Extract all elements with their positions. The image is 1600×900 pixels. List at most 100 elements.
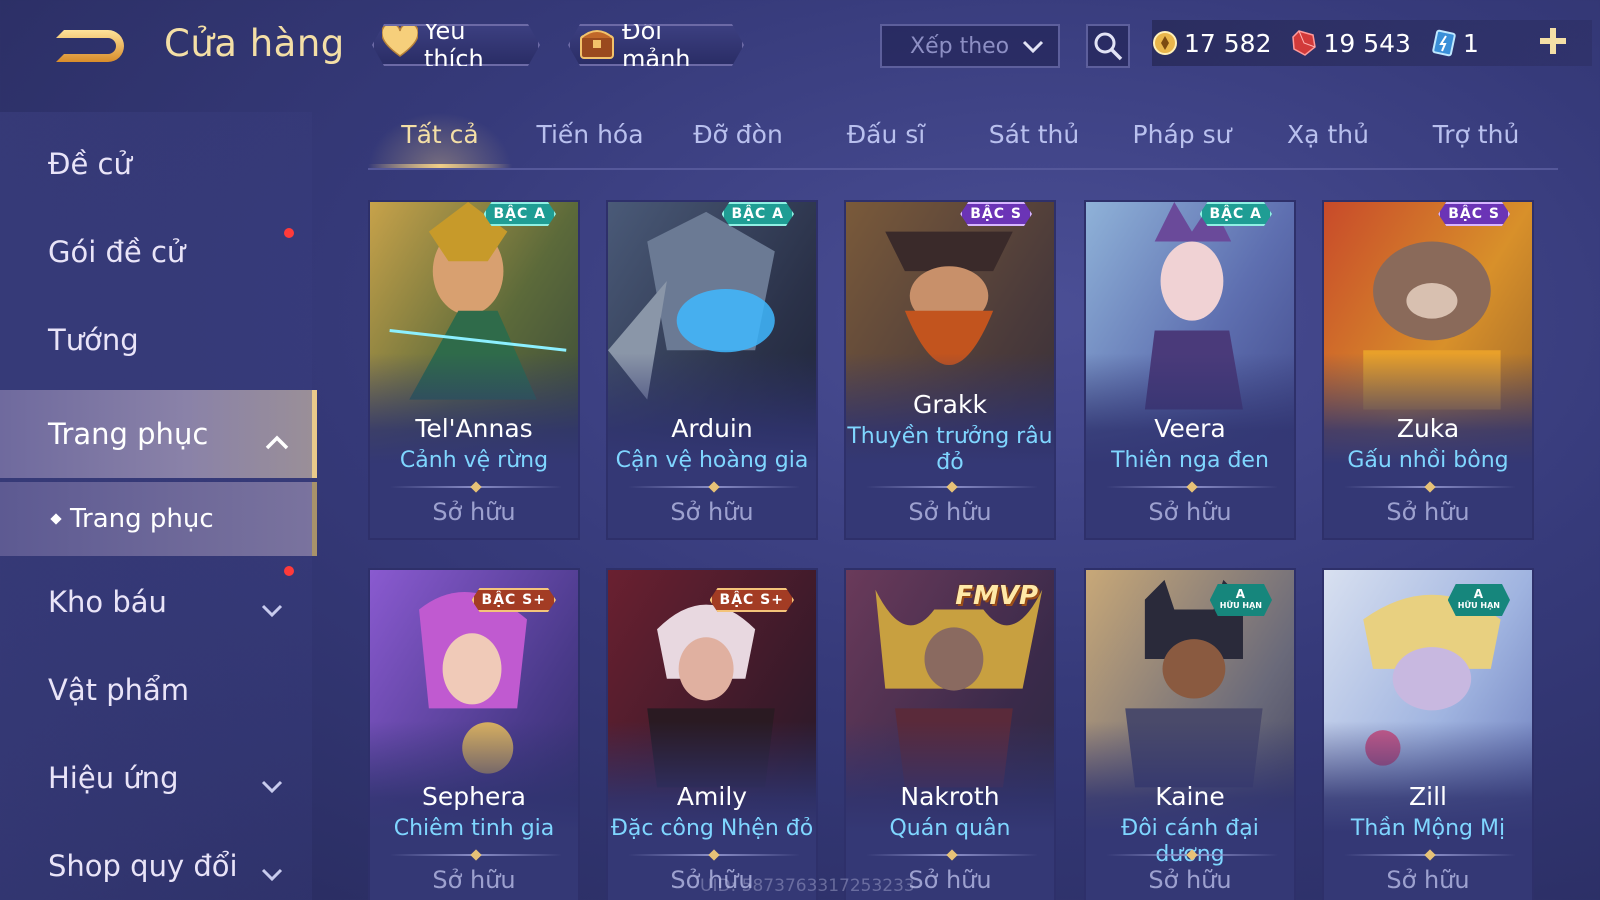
sidebar-item-label: Đề cử: [48, 147, 132, 181]
sidebar-item-items[interactable]: Vật phẩm: [0, 648, 312, 732]
skin-name: Cảnh vệ rừng: [399, 448, 549, 473]
sidebar-item-label: Shop quy đổi: [48, 849, 238, 883]
tab-tank[interactable]: Đỡ đòn: [666, 120, 810, 149]
ownership-status: Sở hữu: [432, 498, 516, 526]
ownership-status: Sở hữu: [1386, 866, 1470, 894]
exchange-label: Đổi mảnh: [622, 17, 691, 73]
tier-badge: BẬC A: [722, 202, 795, 226]
sidebar-item-label: Trang phục: [48, 417, 209, 451]
divider: [1344, 486, 1516, 488]
sidebar-subitem-skins[interactable]: Trang phục: [0, 482, 317, 556]
divider: [628, 486, 800, 488]
skin-name: Gấu nhồi bông: [1347, 448, 1509, 473]
tab-evolution[interactable]: Tiến hóa: [518, 120, 662, 149]
hero-name: Sephera: [422, 782, 526, 811]
tier-badge: BẬC A: [1200, 202, 1273, 226]
active-tab-underline: [368, 164, 512, 168]
sidebar-item-label: Kho báu: [48, 585, 167, 619]
chevron-down-icon: [1022, 36, 1044, 61]
divider: [1344, 854, 1516, 856]
tier-badge-grade: A: [1235, 587, 1247, 601]
bullet-diamond-icon: [50, 513, 62, 525]
sidebar-item-label: Tướng: [48, 323, 139, 357]
tab-fighter[interactable]: Đấu sĩ: [814, 120, 958, 149]
skin-card[interactable]: BẬC S Zuka Gấu nhồi bông Sở hữu: [1322, 200, 1534, 540]
divider: [390, 854, 562, 856]
voucher-amount: 19 543: [1323, 28, 1411, 58]
divider: [390, 486, 562, 488]
hero-name: Grakk: [913, 390, 987, 419]
tab-support[interactable]: Trợ thủ: [1404, 120, 1548, 149]
page-title: Cửa hàng: [164, 22, 345, 65]
gold-amount: 17 582: [1184, 28, 1272, 58]
chevron-up-icon: [264, 424, 290, 458]
divider: [1106, 486, 1278, 488]
sidebar-item-skins[interactable]: Trang phục: [0, 390, 317, 478]
sidebar-item-heroes[interactable]: Tướng: [0, 298, 312, 382]
ownership-status: Sở hữu: [670, 498, 754, 526]
sidebar-item-treasure[interactable]: Kho báu: [0, 560, 312, 644]
skin-card[interactable]: A HỮU HẠN Kaine Đôi cánh đại dương Sở hữ…: [1084, 568, 1296, 900]
skin-name: Quán quân: [889, 816, 1011, 841]
skin-card[interactable]: BẬC A Tel'Annas Cảnh vệ rừng Sở hữu: [368, 200, 580, 540]
chevron-down-icon: [260, 856, 284, 890]
sidebar-item-recommended-packs[interactable]: Gói đề cử: [0, 210, 312, 294]
skin-card[interactable]: BẬC S+ Sephera Chiêm tinh gia Sở hữu: [368, 568, 580, 900]
ownership-status: Sở hữu: [432, 866, 516, 894]
ownership-status: Sở hữu: [908, 498, 992, 526]
skin-card[interactable]: A HỮU HẠN Zill Thần Mộng Mị Sở hữu: [1322, 568, 1534, 900]
tier-badge: A HỮU HẠN: [1448, 584, 1510, 616]
tier-badge: BẬC S+: [472, 588, 556, 612]
tab-assassin[interactable]: Sát thủ: [962, 120, 1106, 149]
favorites-button[interactable]: Yêu thích: [372, 24, 540, 66]
tab-mage[interactable]: Pháp sư: [1110, 120, 1254, 149]
hero-name: Amily: [676, 782, 748, 811]
skin-card[interactable]: BẬC S Grakk Thuyền trưởng râu đỏ Sở hữu: [844, 200, 1056, 540]
skin-card[interactable]: FMVP Nakroth Quán quân Sở hữu: [844, 568, 1056, 900]
skin-name: Chiêm tinh gia: [393, 816, 555, 841]
tab-marksman[interactable]: Xạ thủ: [1256, 120, 1400, 149]
skin-card[interactable]: BẬC S+ Amily Đặc công Nhện đỏ Sở hữu: [606, 568, 818, 900]
sort-dropdown[interactable]: Xếp theo: [880, 24, 1060, 68]
category-sidebar: Đề cử Gói đề cử Tướng Trang phục Trang p…: [0, 112, 317, 900]
skin-name: Thiên nga đen: [1111, 448, 1269, 473]
tab-all[interactable]: Tất cả: [368, 120, 512, 149]
tier-badge-limited: HỮU HẠN: [1219, 601, 1262, 610]
sidebar-item-label: Hiệu ứng: [48, 761, 179, 795]
tier-badge: BẬC A: [484, 202, 557, 226]
ownership-status: Sở hữu: [1148, 498, 1232, 526]
hero-name: Zill: [1409, 782, 1447, 811]
tier-badge-grade: A: [1473, 587, 1485, 601]
sidebar-item-exchange-shop[interactable]: Shop quy đổi: [0, 824, 312, 900]
notification-dot: [284, 228, 294, 238]
gold-currency: 17 582: [1152, 29, 1271, 58]
sidebar-item-recommended[interactable]: Đề cử: [0, 122, 312, 206]
sidebar-subitem-label: Trang phục: [70, 504, 214, 534]
tier-badge: FMVP: [955, 581, 1038, 611]
red-gem-icon: [1292, 30, 1317, 56]
notification-dot: [284, 566, 294, 576]
top-bar: Cửa hàng Yêu thích Đổi mảnh Xếp theo 17 …: [0, 0, 1600, 90]
add-currency-button[interactable]: [1536, 24, 1570, 58]
currency-bar: 17 582 19 543 1: [1152, 20, 1592, 66]
sidebar-item-label: Vật phẩm: [48, 673, 190, 707]
hero-name: Tel'Annas: [415, 414, 533, 443]
back-button[interactable]: [46, 22, 130, 72]
heart-icon: [382, 26, 418, 64]
divider: [866, 854, 1038, 856]
skin-card[interactable]: BẬC A Veera Thiên nga đen Sở hữu: [1084, 200, 1296, 540]
search-icon: [1094, 32, 1123, 61]
sort-placeholder: Xếp theo: [910, 33, 1010, 59]
chevron-down-icon: [260, 768, 284, 802]
ownership-status: Sở hữu: [1386, 498, 1470, 526]
tier-badge-limited: HỮU HẠN: [1457, 601, 1500, 610]
sidebar-item-effects[interactable]: Hiệu ứng: [0, 736, 312, 820]
skin-name: Thuyền trưởng râu đỏ: [847, 424, 1053, 475]
crystal-amount: 1: [1462, 28, 1479, 58]
ownership-status: Sở hữu: [1148, 866, 1232, 894]
hero-name: Zuka: [1396, 414, 1460, 443]
search-button[interactable]: [1086, 24, 1130, 68]
crystal-currency: 1: [1431, 29, 1479, 58]
skin-card[interactable]: BẬC A Arduin Cận vệ hoàng gia Sở hữu: [606, 200, 818, 540]
exchange-fragments-button[interactable]: Đổi mảnh: [568, 24, 744, 66]
